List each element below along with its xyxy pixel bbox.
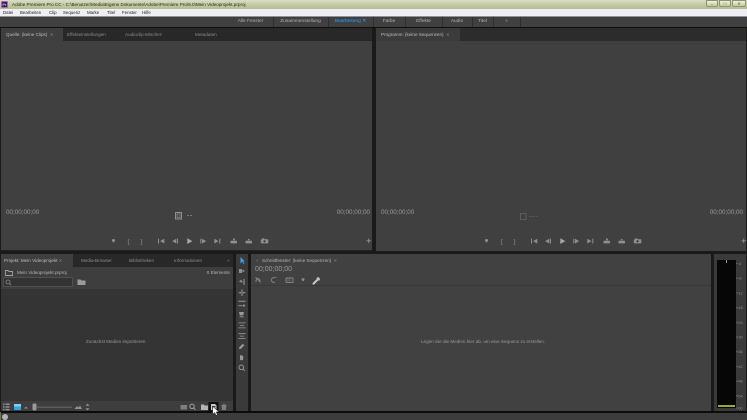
svg-text:-6: -6 (738, 276, 742, 281)
svg-text:0: 0 (739, 261, 742, 266)
